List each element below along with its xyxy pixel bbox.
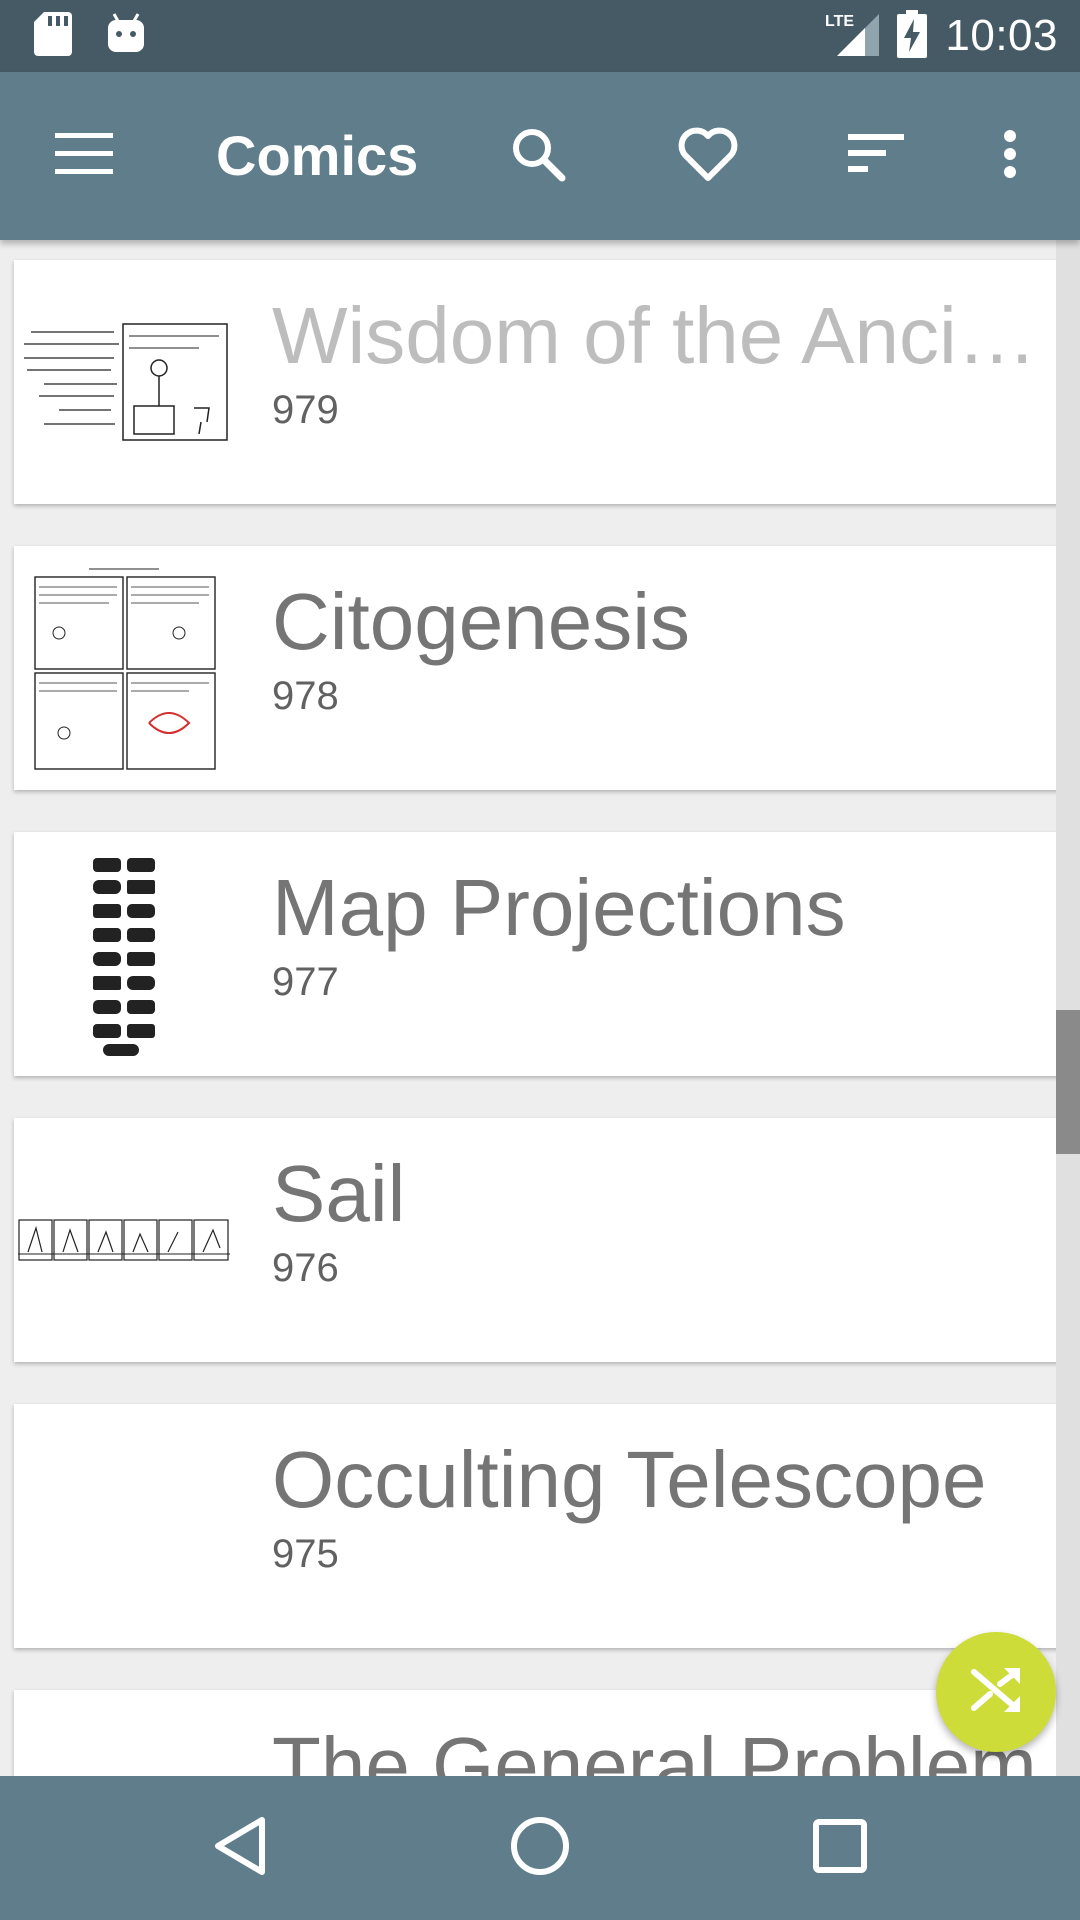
overflow-menu-button[interactable] xyxy=(960,72,1060,240)
home-button[interactable] xyxy=(460,1776,620,1920)
comic-thumbnail xyxy=(14,832,234,1076)
comic-thumbnail xyxy=(14,260,234,504)
app-bar: Comics xyxy=(0,72,1080,240)
comic-card[interactable]: Wisdom of the Ancients 979 xyxy=(14,260,1064,504)
comic-number: 977 xyxy=(272,960,339,1004)
more-vert-icon xyxy=(1003,129,1017,183)
menu-icon xyxy=(55,132,113,180)
lte-signal-icon: LTE xyxy=(825,10,880,63)
system-nav-bar xyxy=(0,1776,1080,1920)
android-icon xyxy=(106,12,146,61)
shuffle-icon xyxy=(970,1666,1022,1719)
page-title: Comics xyxy=(216,124,419,187)
comic-thumbnail xyxy=(14,1404,234,1648)
comic-thumbnail xyxy=(14,546,234,790)
battery-charging-icon xyxy=(897,9,928,63)
comic-number: 979 xyxy=(272,388,339,432)
clock: 10:03 xyxy=(945,11,1058,60)
comic-card[interactable]: Citogenesis 978 xyxy=(14,546,1064,790)
status-bar: LTE 10:03 xyxy=(0,0,1080,72)
network-type: LTE xyxy=(825,13,854,30)
back-button[interactable] xyxy=(160,1776,320,1920)
comic-title: Map Projections xyxy=(272,863,846,952)
search-button[interactable] xyxy=(482,72,594,240)
comic-number: 975 xyxy=(272,1532,339,1576)
sort-button[interactable] xyxy=(820,72,932,240)
comic-card[interactable]: Sail 976 xyxy=(14,1118,1064,1362)
scrollbar-thumb[interactable] xyxy=(1056,1010,1080,1154)
recents-icon xyxy=(813,1818,867,1878)
comic-card[interactable]: Map Projections 977 xyxy=(14,832,1064,1076)
comic-number: 976 xyxy=(272,1246,339,1290)
comic-number: 978 xyxy=(272,674,339,718)
home-icon xyxy=(510,1816,570,1881)
comic-title: Wisdom of the Ancients xyxy=(272,291,1052,380)
comic-list[interactable]: Wisdom of the Ancients 979 Citogenesis 9… xyxy=(0,240,1080,1776)
comic-card[interactable]: The General Problem xyxy=(14,1690,1064,1776)
comic-title: Sail xyxy=(272,1149,406,1238)
heart-icon xyxy=(677,126,739,187)
recents-button[interactable] xyxy=(760,1776,920,1920)
favorites-button[interactable] xyxy=(652,72,764,240)
scrollbar-track xyxy=(1056,240,1080,1776)
comic-title: Occulting Telescope xyxy=(272,1435,987,1524)
comic-thumbnail xyxy=(14,1118,234,1362)
comic-card[interactable]: Occulting Telescope 975 xyxy=(14,1404,1064,1648)
sort-icon xyxy=(848,133,904,179)
random-comic-button[interactable] xyxy=(936,1632,1056,1752)
search-icon xyxy=(510,126,566,187)
comic-thumbnail xyxy=(14,1690,234,1776)
comic-title: Citogenesis xyxy=(272,577,691,666)
sd-card-icon xyxy=(34,12,72,61)
menu-button[interactable] xyxy=(28,72,140,240)
back-icon xyxy=(212,1816,268,1881)
comic-title: The General Problem xyxy=(272,1721,1037,1776)
